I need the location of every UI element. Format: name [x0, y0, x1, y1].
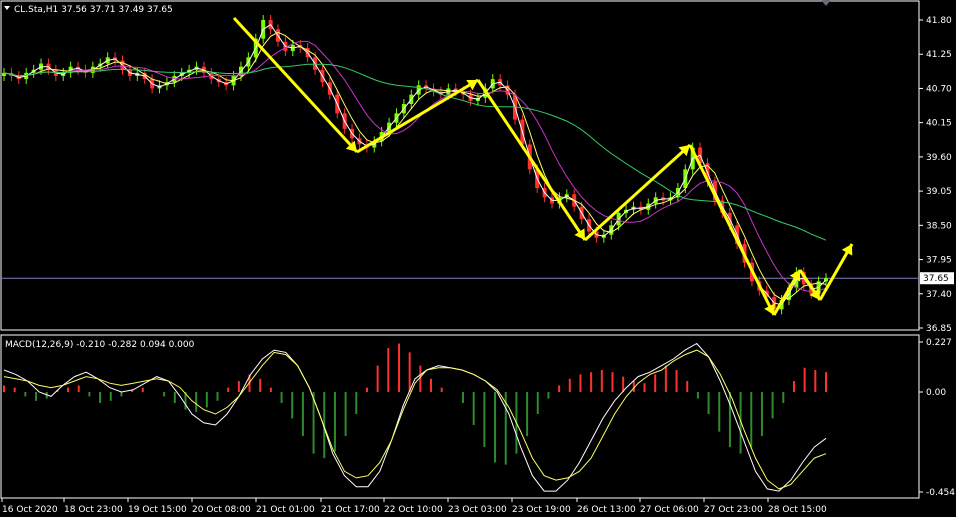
y-tick-label: 38.50: [926, 221, 952, 231]
x-tick-label: 19 Oct 15:00: [128, 505, 187, 515]
macd-y-tick-label: -0.454: [926, 488, 955, 498]
ma-mid-line: [3, 31, 827, 300]
current-price-tag: 37.65: [920, 272, 954, 285]
macd-line: [3, 342, 827, 492]
macd-pane-frame: [0, 334, 920, 499]
y-tick-label: 41.25: [926, 50, 952, 60]
y-tick-label: 41.80: [926, 16, 952, 26]
x-tick-label: 26 Oct 13:00: [577, 505, 636, 515]
x-tick-label: 23 Oct 03:00: [448, 505, 507, 515]
y-axis-main: 41.80 41.25 40.70 40.15 39.60 39.05 38.50 37.95…: [919, 16, 952, 334]
svg-text:37.65: 37.65: [923, 274, 949, 284]
chart-canvas: CL.Sta,H1 37.56 37.71 37.49 37.65 MACD(1…: [0, 0, 955, 515]
trend-arrow-segment: [476, 79, 587, 241]
y-tick-label: 37.40: [926, 290, 952, 300]
macd-signal-line: [3, 349, 827, 490]
y-axis-macd: 0.227 0.00 -0.454: [919, 338, 955, 498]
main-title: CL.Sta,H1 37.56 37.71 37.49 37.65: [14, 5, 173, 15]
y-tick-label: 39.05: [926, 187, 952, 197]
macd-histogram: [3, 343, 827, 465]
x-tick-label: 21 Oct 01:00: [256, 505, 315, 515]
x-tick-label: 23 Oct 19:00: [512, 505, 571, 515]
macd-title: MACD(12,26,9) -0.210 -0.282 0.094 0.000: [5, 340, 195, 350]
x-tick-label: 20 Oct 08:00: [192, 505, 251, 515]
moving-averages: [3, 24, 827, 306]
collapse-icon[interactable]: [4, 6, 10, 10]
macd-y-tick-label: 0.227: [926, 338, 952, 348]
x-tick-label: 27 Oct 23:00: [704, 505, 763, 515]
x-tick-label: 22 Oct 10:00: [384, 505, 443, 515]
macd-y-tick-label: 0.00: [926, 388, 946, 398]
x-tick-label: 18 Oct 23:00: [64, 505, 123, 515]
y-tick-label: 37.95: [926, 256, 952, 266]
y-tick-label: 36.85: [926, 324, 952, 334]
x-axis: 16 Oct 2020 18 Oct 23:00 19 Oct 15:00 20 Oc…: [1, 498, 827, 515]
x-tick-label: 28 Oct 15:00: [768, 505, 827, 515]
y-tick-label: 40.70: [926, 84, 952, 94]
trend-arrow-segment: [232, 16, 359, 154]
x-tick-label: 27 Oct 06:00: [640, 505, 699, 515]
main-pane-frame: [0, 0, 920, 331]
macd-lines: [3, 342, 827, 492]
y-tick-label: 39.60: [926, 153, 952, 163]
y-tick-label: 40.15: [926, 119, 952, 129]
x-tick-label: 16 Oct 2020: [2, 505, 58, 515]
ma-long-line: [3, 63, 827, 241]
trend-arrow-segment: [583, 143, 692, 242]
corner-toggle-icon[interactable]: [821, 0, 831, 6]
trend-arrow-segment: [688, 144, 776, 316]
x-tick-label: 21 Oct 17:00: [321, 505, 380, 515]
